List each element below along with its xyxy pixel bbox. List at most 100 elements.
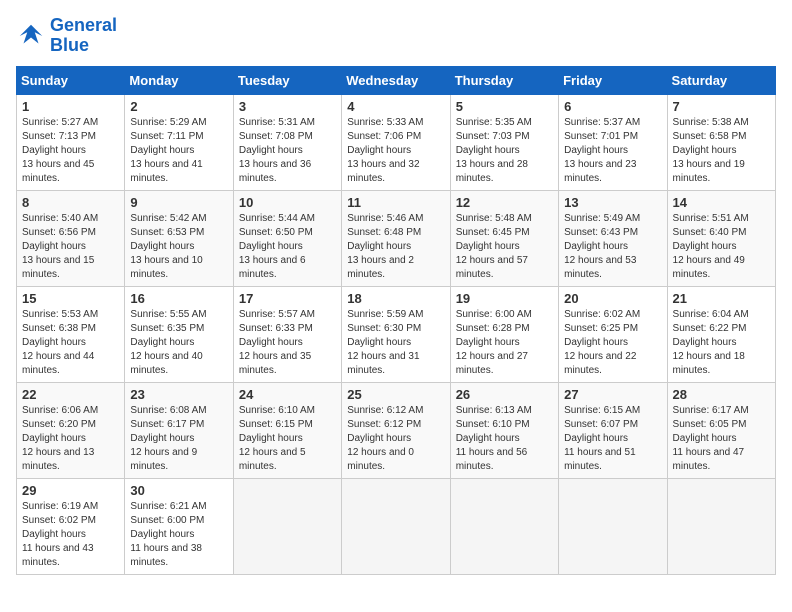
day-number: 13 [564,195,661,210]
day-number: 1 [22,99,119,114]
day-info: Sunrise: 5:38 AM Sunset: 6:58 PM Dayligh… [673,116,770,186]
day-info: Sunrise: 5:53 AM Sunset: 6:38 PM Dayligh… [22,308,119,378]
day-number: 7 [673,99,770,114]
day-info: Sunrise: 6:00 AM Sunset: 6:28 PM Dayligh… [456,308,553,378]
day-number: 8 [22,195,119,210]
calendar-day: 3 Sunrise: 5:31 AM Sunset: 7:08 PM Dayli… [233,94,341,190]
day-info: Sunrise: 5:46 AM Sunset: 6:48 PM Dayligh… [347,212,444,282]
calendar-day: 14 Sunrise: 5:51 AM Sunset: 6:40 PM Dayl… [667,190,775,286]
day-info: Sunrise: 5:42 AM Sunset: 6:53 PM Dayligh… [130,212,227,282]
weekday-header-sunday: Sunday [17,66,125,94]
weekday-header-tuesday: Tuesday [233,66,341,94]
calendar-day [450,478,558,574]
calendar-week-2: 8 Sunrise: 5:40 AM Sunset: 6:56 PM Dayli… [17,190,776,286]
calendar-day: 24 Sunrise: 6:10 AM Sunset: 6:15 PM Dayl… [233,382,341,478]
day-info: Sunrise: 6:06 AM Sunset: 6:20 PM Dayligh… [22,404,119,474]
day-number: 17 [239,291,336,306]
logo-text: General Blue [50,16,117,56]
calendar-day: 29 Sunrise: 6:19 AM Sunset: 6:02 PM Dayl… [17,478,125,574]
weekday-header-thursday: Thursday [450,66,558,94]
calendar-day: 1 Sunrise: 5:27 AM Sunset: 7:13 PM Dayli… [17,94,125,190]
calendar-day [667,478,775,574]
day-number: 18 [347,291,444,306]
calendar-body: 1 Sunrise: 5:27 AM Sunset: 7:13 PM Dayli… [17,94,776,574]
day-info: Sunrise: 5:51 AM Sunset: 6:40 PM Dayligh… [673,212,770,282]
day-info: Sunrise: 5:48 AM Sunset: 6:45 PM Dayligh… [456,212,553,282]
day-number: 11 [347,195,444,210]
calendar-day [342,478,450,574]
day-number: 30 [130,483,227,498]
calendar-day: 27 Sunrise: 6:15 AM Sunset: 6:07 PM Dayl… [559,382,667,478]
calendar-day: 25 Sunrise: 6:12 AM Sunset: 6:12 PM Dayl… [342,382,450,478]
day-info: Sunrise: 5:57 AM Sunset: 6:33 PM Dayligh… [239,308,336,378]
calendar-day: 16 Sunrise: 5:55 AM Sunset: 6:35 PM Dayl… [125,286,233,382]
day-number: 22 [22,387,119,402]
calendar-day: 22 Sunrise: 6:06 AM Sunset: 6:20 PM Dayl… [17,382,125,478]
day-info: Sunrise: 5:33 AM Sunset: 7:06 PM Dayligh… [347,116,444,186]
day-info: Sunrise: 5:35 AM Sunset: 7:03 PM Dayligh… [456,116,553,186]
calendar-day: 30 Sunrise: 6:21 AM Sunset: 6:00 PM Dayl… [125,478,233,574]
day-info: Sunrise: 6:21 AM Sunset: 6:00 PM Dayligh… [130,500,227,570]
calendar-day: 23 Sunrise: 6:08 AM Sunset: 6:17 PM Dayl… [125,382,233,478]
day-number: 9 [130,195,227,210]
day-number: 6 [564,99,661,114]
calendar-week-5: 29 Sunrise: 6:19 AM Sunset: 6:02 PM Dayl… [17,478,776,574]
weekday-header-wednesday: Wednesday [342,66,450,94]
day-number: 12 [456,195,553,210]
day-info: Sunrise: 6:13 AM Sunset: 6:10 PM Dayligh… [456,404,553,474]
day-number: 28 [673,387,770,402]
calendar-day: 5 Sunrise: 5:35 AM Sunset: 7:03 PM Dayli… [450,94,558,190]
day-info: Sunrise: 6:04 AM Sunset: 6:22 PM Dayligh… [673,308,770,378]
calendar-day: 12 Sunrise: 5:48 AM Sunset: 6:45 PM Dayl… [450,190,558,286]
day-number: 5 [456,99,553,114]
day-info: Sunrise: 6:02 AM Sunset: 6:25 PM Dayligh… [564,308,661,378]
day-number: 19 [456,291,553,306]
page-header: General Blue [16,16,776,56]
day-info: Sunrise: 5:44 AM Sunset: 6:50 PM Dayligh… [239,212,336,282]
calendar-day: 19 Sunrise: 6:00 AM Sunset: 6:28 PM Dayl… [450,286,558,382]
day-number: 29 [22,483,119,498]
day-info: Sunrise: 6:10 AM Sunset: 6:15 PM Dayligh… [239,404,336,474]
weekday-header-saturday: Saturday [667,66,775,94]
calendar-week-1: 1 Sunrise: 5:27 AM Sunset: 7:13 PM Dayli… [17,94,776,190]
day-number: 2 [130,99,227,114]
logo: General Blue [16,16,117,56]
calendar-day: 13 Sunrise: 5:49 AM Sunset: 6:43 PM Dayl… [559,190,667,286]
calendar-day: 28 Sunrise: 6:17 AM Sunset: 6:05 PM Dayl… [667,382,775,478]
day-info: Sunrise: 6:12 AM Sunset: 6:12 PM Dayligh… [347,404,444,474]
day-info: Sunrise: 5:31 AM Sunset: 7:08 PM Dayligh… [239,116,336,186]
day-number: 10 [239,195,336,210]
calendar-day: 11 Sunrise: 5:46 AM Sunset: 6:48 PM Dayl… [342,190,450,286]
day-number: 25 [347,387,444,402]
calendar-header-row: SundayMondayTuesdayWednesdayThursdayFrid… [17,66,776,94]
calendar-day: 20 Sunrise: 6:02 AM Sunset: 6:25 PM Dayl… [559,286,667,382]
calendar-day: 10 Sunrise: 5:44 AM Sunset: 6:50 PM Dayl… [233,190,341,286]
day-info: Sunrise: 6:17 AM Sunset: 6:05 PM Dayligh… [673,404,770,474]
calendar-day: 4 Sunrise: 5:33 AM Sunset: 7:06 PM Dayli… [342,94,450,190]
day-info: Sunrise: 5:59 AM Sunset: 6:30 PM Dayligh… [347,308,444,378]
calendar-table: SundayMondayTuesdayWednesdayThursdayFrid… [16,66,776,575]
day-info: Sunrise: 5:55 AM Sunset: 6:35 PM Dayligh… [130,308,227,378]
day-info: Sunrise: 6:08 AM Sunset: 6:17 PM Dayligh… [130,404,227,474]
day-number: 4 [347,99,444,114]
calendar-day: 6 Sunrise: 5:37 AM Sunset: 7:01 PM Dayli… [559,94,667,190]
calendar-week-4: 22 Sunrise: 6:06 AM Sunset: 6:20 PM Dayl… [17,382,776,478]
day-number: 27 [564,387,661,402]
day-info: Sunrise: 6:19 AM Sunset: 6:02 PM Dayligh… [22,500,119,570]
calendar-day: 7 Sunrise: 5:38 AM Sunset: 6:58 PM Dayli… [667,94,775,190]
calendar-day: 17 Sunrise: 5:57 AM Sunset: 6:33 PM Dayl… [233,286,341,382]
day-number: 14 [673,195,770,210]
calendar-day: 15 Sunrise: 5:53 AM Sunset: 6:38 PM Dayl… [17,286,125,382]
day-number: 15 [22,291,119,306]
day-number: 24 [239,387,336,402]
weekday-header-friday: Friday [559,66,667,94]
logo-icon [16,21,46,51]
calendar-day: 9 Sunrise: 5:42 AM Sunset: 6:53 PM Dayli… [125,190,233,286]
calendar-day [233,478,341,574]
calendar-day: 2 Sunrise: 5:29 AM Sunset: 7:11 PM Dayli… [125,94,233,190]
day-info: Sunrise: 6:15 AM Sunset: 6:07 PM Dayligh… [564,404,661,474]
day-number: 16 [130,291,227,306]
calendar-day: 8 Sunrise: 5:40 AM Sunset: 6:56 PM Dayli… [17,190,125,286]
weekday-header-monday: Monday [125,66,233,94]
day-number: 20 [564,291,661,306]
